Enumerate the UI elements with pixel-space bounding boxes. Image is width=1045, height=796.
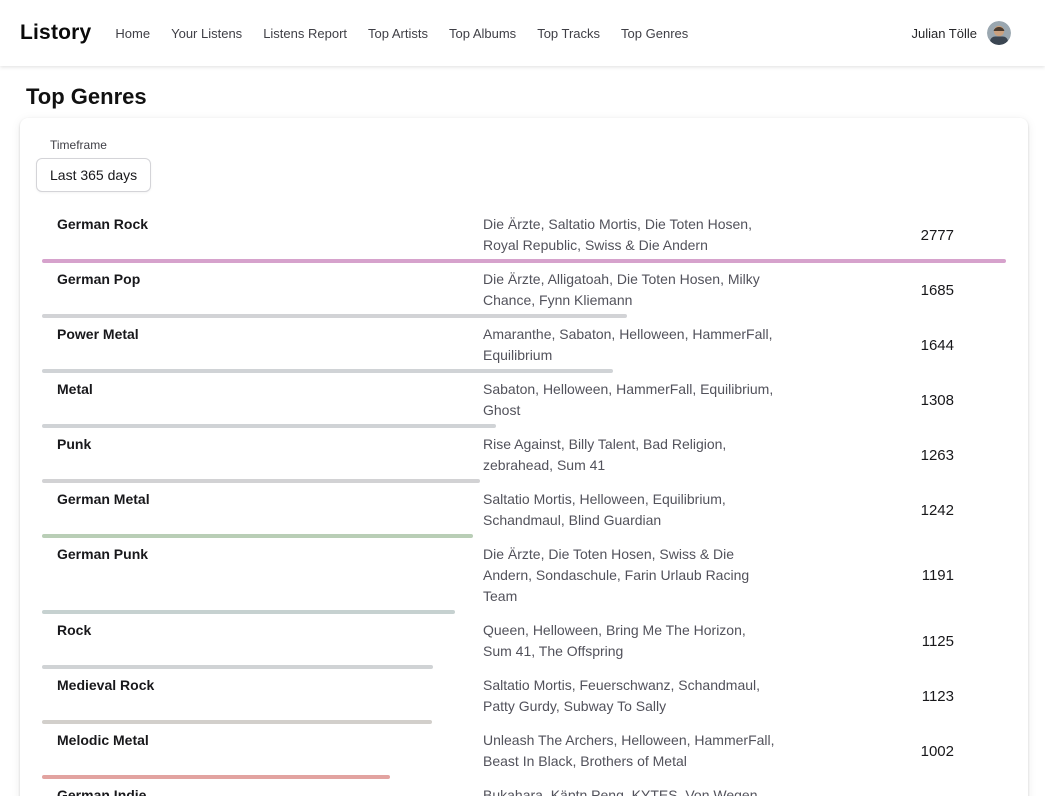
nav-link-top-artists[interactable]: Top Artists: [368, 26, 428, 41]
user-avatar[interactable]: [987, 21, 1011, 45]
genre-artists: Bukahara, Käptn Peng, KYTES, Von Wegen L…: [483, 785, 778, 796]
genre-bar: [42, 665, 433, 669]
genre-count: 1242: [778, 502, 1006, 519]
avatar-photo: [987, 21, 1011, 45]
genre-bar: [42, 479, 480, 483]
genre-row-content: Medieval Rock Saltatio Mortis, Feuerschw…: [42, 675, 1006, 717]
genre-artists: Saltatio Mortis, Helloween, Equilibrium,…: [483, 489, 778, 531]
genre-artists: Die Ärzte, Saltatio Mortis, Die Toten Ho…: [483, 214, 778, 256]
nav-link-home[interactable]: Home: [115, 26, 150, 41]
genre-count: 2777: [778, 227, 1006, 244]
genre-row-content: German Punk Die Ärzte, Die Toten Hosen, …: [42, 544, 1006, 607]
genre-row-content: German Metal Saltatio Mortis, Helloween,…: [42, 489, 1006, 531]
genre-artists: Sabaton, Helloween, HammerFall, Equilibr…: [483, 379, 778, 421]
genre-name: Rock: [42, 620, 483, 662]
genre-count: 1308: [778, 392, 1006, 409]
genre-bar: [42, 720, 432, 724]
genre-bar: [42, 369, 613, 373]
genre-artists: Amaranthe, Sabaton, Helloween, HammerFal…: [483, 324, 778, 366]
genre-bar: [42, 424, 496, 428]
genre-row-content: German Rock Die Ärzte, Saltatio Mortis, …: [42, 214, 1006, 256]
genre-row-content: Metal Sabaton, Helloween, HammerFall, Eq…: [42, 379, 1006, 421]
genre-name: German Pop: [42, 269, 483, 311]
main-nav: Home Your Listens Listens Report Top Art…: [115, 26, 911, 41]
genre-row: German Pop Die Ärzte, Alligatoah, Die To…: [42, 269, 1006, 318]
genre-table: German Rock Die Ärzte, Saltatio Mortis, …: [20, 214, 1028, 796]
timeframe-section: Timeframe Last 365 days: [20, 138, 1028, 192]
page-title: Top Genres: [26, 82, 1045, 112]
genre-row: Punk Rise Against, Billy Talent, Bad Rel…: [42, 434, 1006, 483]
genre-name: Metal: [42, 379, 483, 421]
genre-row-content: German Indie Bukahara, Käptn Peng, KYTES…: [42, 785, 1006, 796]
genre-count: 1002: [778, 743, 1006, 760]
user-menu: Julian Tölle: [911, 21, 1011, 45]
genre-row: German Rock Die Ärzte, Saltatio Mortis, …: [42, 214, 1006, 263]
genre-row: German Punk Die Ärzte, Die Toten Hosen, …: [42, 544, 1006, 614]
top-genres-card: Timeframe Last 365 days German Rock Die …: [20, 118, 1028, 796]
genre-name: Punk: [42, 434, 483, 476]
genre-row: Melodic Metal Unleash The Archers, Hello…: [42, 730, 1006, 779]
genre-artists: Saltatio Mortis, Feuerschwanz, Schandmau…: [483, 675, 778, 717]
app-logo[interactable]: Listory: [20, 21, 91, 45]
timeframe-label: Timeframe: [50, 138, 1012, 152]
nav-link-top-genres[interactable]: Top Genres: [621, 26, 688, 41]
genre-bar: [42, 610, 455, 614]
timeframe-select[interactable]: Last 365 days: [36, 158, 151, 192]
genre-row: Rock Queen, Helloween, Bring Me The Hori…: [42, 620, 1006, 669]
genre-bar: [42, 314, 627, 318]
genre-name: Medieval Rock: [42, 675, 483, 717]
user-name[interactable]: Julian Tölle: [911, 26, 977, 41]
genre-row: Medieval Rock Saltatio Mortis, Feuerschw…: [42, 675, 1006, 724]
main-content: Top Genres Timeframe Last 365 days Germa…: [0, 82, 1045, 796]
genre-count: 1191: [778, 567, 1006, 584]
genre-artists: Die Ärzte, Die Toten Hosen, Swiss & Die …: [483, 544, 778, 607]
genre-artists: Rise Against, Billy Talent, Bad Religion…: [483, 434, 778, 476]
genre-row-content: Punk Rise Against, Billy Talent, Bad Rel…: [42, 434, 1006, 476]
genre-bar: [42, 534, 473, 538]
nav-link-top-tracks[interactable]: Top Tracks: [537, 26, 600, 41]
genre-artists: Die Ärzte, Alligatoah, Die Toten Hosen, …: [483, 269, 778, 311]
genre-row: German Metal Saltatio Mortis, Helloween,…: [42, 489, 1006, 538]
genre-name: Power Metal: [42, 324, 483, 366]
genre-row: Power Metal Amaranthe, Sabaton, Hellowee…: [42, 324, 1006, 373]
genre-row-content: Melodic Metal Unleash The Archers, Hello…: [42, 730, 1006, 772]
genre-row: German Indie Bukahara, Käptn Peng, KYTES…: [42, 785, 1006, 796]
genre-name: German Metal: [42, 489, 483, 531]
nav-link-top-albums[interactable]: Top Albums: [449, 26, 516, 41]
genre-bar: [42, 259, 1006, 263]
genre-row-content: Rock Queen, Helloween, Bring Me The Hori…: [42, 620, 1006, 662]
genre-artists: Queen, Helloween, Bring Me The Horizon, …: [483, 620, 778, 662]
genre-count: 1685: [778, 282, 1006, 299]
genre-name: German Rock: [42, 214, 483, 256]
genre-row: Metal Sabaton, Helloween, HammerFall, Eq…: [42, 379, 1006, 428]
genre-count: 1123: [778, 688, 1006, 705]
nav-link-listens-report[interactable]: Listens Report: [263, 26, 347, 41]
genre-name: Melodic Metal: [42, 730, 483, 772]
top-navbar: Listory Home Your Listens Listens Report…: [0, 0, 1045, 66]
genre-count: 1263: [778, 447, 1006, 464]
genre-count: 1644: [778, 337, 1006, 354]
genre-name: German Punk: [42, 544, 483, 607]
genre-bar: [42, 775, 390, 779]
genre-row-content: Power Metal Amaranthe, Sabaton, Hellowee…: [42, 324, 1006, 366]
genre-count: 1125: [778, 633, 1006, 650]
nav-link-your-listens[interactable]: Your Listens: [171, 26, 242, 41]
genre-name: German Indie: [42, 785, 483, 796]
genre-artists: Unleash The Archers, Helloween, HammerFa…: [483, 730, 778, 772]
genre-row-content: German Pop Die Ärzte, Alligatoah, Die To…: [42, 269, 1006, 311]
